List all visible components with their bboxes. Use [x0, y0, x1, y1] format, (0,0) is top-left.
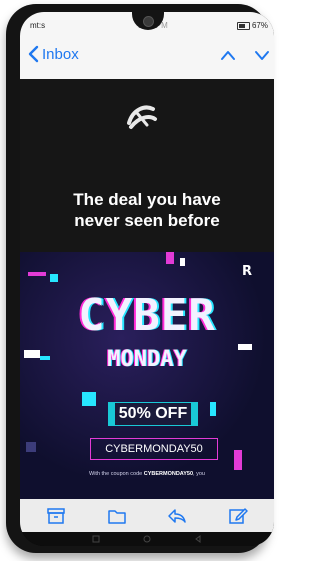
email-body: The deal you have never seen before R CY…	[20, 79, 274, 499]
headline-line-1: The deal you have	[73, 190, 221, 209]
promo-banner[interactable]: R CYBER MONDAY 50% OFF CYBERMONDAY50 Wit…	[20, 252, 274, 499]
email-headline: The deal you have never seen before	[20, 189, 274, 231]
phone-frame: mt:s 1:31 PM 67% Inbox	[6, 4, 274, 553]
brand-logo-icon	[127, 105, 157, 129]
recent-apps-icon[interactable]	[92, 535, 100, 543]
reply-icon	[168, 508, 186, 523]
chevron-down-icon[interactable]	[254, 48, 270, 62]
screen: mt:s 1:31 PM 67% Inbox	[20, 12, 274, 546]
coupon-code-box[interactable]: CYBERMONDAY50	[90, 438, 218, 460]
glitch-block	[210, 402, 216, 416]
battery-icon	[236, 21, 250, 30]
promo-title: CYBER	[78, 290, 216, 341]
glitch-block	[50, 274, 58, 282]
mail-toolbar	[20, 499, 274, 532]
compose-icon	[229, 507, 248, 524]
back-label: Inbox	[42, 45, 79, 63]
brand-mark: R	[241, 264, 252, 279]
glitch-block	[28, 272, 46, 276]
glitch-block	[166, 252, 174, 264]
compose-button[interactable]	[227, 506, 249, 526]
glitch-block	[26, 442, 36, 452]
fineprint-suffix: , you	[193, 471, 205, 477]
discount-badge: 50% OFF	[108, 402, 198, 426]
status-right: 67%	[236, 21, 268, 30]
chevron-left-icon	[28, 45, 39, 63]
mail-nav: Inbox	[20, 42, 274, 70]
fineprint-code: CYBERMONDAY50	[143, 471, 194, 477]
glitch-block	[180, 258, 185, 266]
glitch-block	[82, 392, 96, 406]
fineprint-prefix: With the coupon code	[89, 471, 144, 477]
back-triangle-icon[interactable]	[194, 535, 202, 543]
carrier-label: mt:s	[30, 21, 46, 30]
discount-text: 50% OFF	[114, 403, 192, 425]
system-nav-bar	[20, 532, 274, 546]
home-icon[interactable]	[143, 535, 151, 543]
reply-button[interactable]	[166, 506, 188, 526]
coupon-fineprint: With the coupon code CYBERMONDAY50, you	[20, 471, 274, 477]
archive-icon	[47, 507, 65, 524]
chevron-up-icon[interactable]	[220, 48, 236, 62]
folder-icon	[108, 509, 126, 524]
camera-icon	[143, 16, 154, 27]
back-to-inbox-button[interactable]: Inbox	[26, 45, 79, 63]
headline-line-2: never seen before	[74, 211, 220, 230]
archive-button[interactable]	[45, 506, 67, 526]
glitch-block	[234, 450, 242, 470]
move-to-folder-button[interactable]	[106, 506, 128, 526]
battery-percent: 67%	[251, 21, 268, 30]
message-navigation	[220, 48, 270, 62]
promo-subtitle: MONDAY	[107, 347, 187, 372]
top-bar: mt:s 1:31 PM 67% Inbox	[20, 12, 274, 79]
